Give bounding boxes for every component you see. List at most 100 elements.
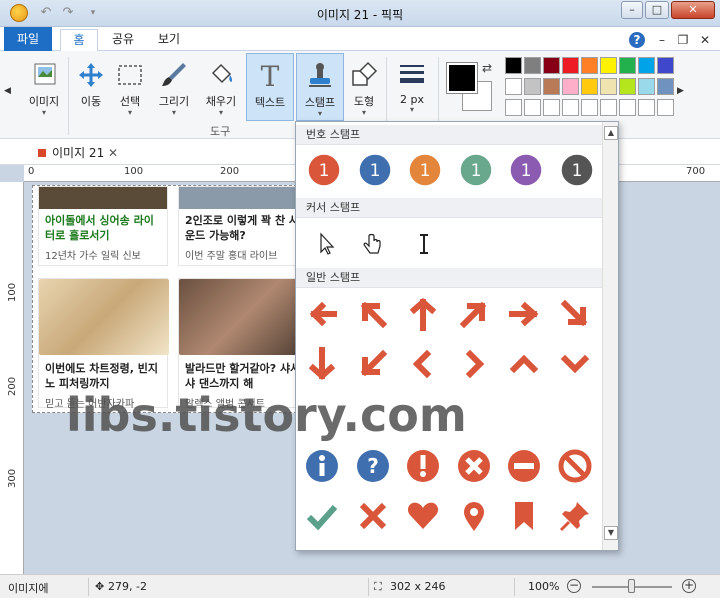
x-circle-icon[interactable] xyxy=(456,448,492,484)
move-tool[interactable]: 이동 xyxy=(72,53,110,123)
palette-swatch[interactable] xyxy=(562,57,579,74)
bookmark-icon[interactable] xyxy=(506,498,542,534)
help-icon[interactable]: ? xyxy=(629,32,645,48)
check-icon[interactable] xyxy=(304,498,340,534)
info-icon[interactable] xyxy=(304,448,340,484)
ribbon-scroll-left-icon[interactable]: ◀ xyxy=(4,86,11,96)
fill-tool[interactable]: 채우기 ▾ xyxy=(198,53,244,123)
draw-tool[interactable]: 그리기 ▾ xyxy=(152,53,196,123)
heart-icon[interactable] xyxy=(405,498,441,534)
palette-swatch[interactable] xyxy=(581,57,598,74)
close-button[interactable]: ✕ xyxy=(671,1,715,19)
document-tab-label: 이미지 21 xyxy=(52,146,105,160)
scroll-down-icon[interactable]: ▼ xyxy=(604,526,618,540)
ribbon-close-button[interactable]: ✕ xyxy=(697,32,713,48)
section-number-stamps: 번호 스탬프 xyxy=(296,125,602,145)
question-icon[interactable]: ? xyxy=(355,448,391,484)
no-icon[interactable] xyxy=(557,448,593,484)
palette-swatch[interactable] xyxy=(524,57,541,74)
pin-icon[interactable] xyxy=(456,498,492,534)
minus-circle-icon[interactable] xyxy=(506,448,542,484)
shape-tool[interactable]: 도형 ▾ xyxy=(346,53,382,123)
palette-swatch[interactable] xyxy=(505,99,522,116)
palette-swatch[interactable] xyxy=(524,99,541,116)
arrow-up-icon[interactable] xyxy=(405,296,441,332)
arrow-up-left-icon[interactable] xyxy=(355,296,391,332)
palette-swatch[interactable] xyxy=(657,78,674,95)
line-width-selector[interactable]: 2 px ▾ xyxy=(390,53,434,123)
ribbon-scroll-right-icon[interactable]: ▶ xyxy=(677,86,684,96)
palette-swatch[interactable] xyxy=(657,57,674,74)
image-canvas[interactable]: 아이돌에서 싱어송 라이터로 홀로서기 12년차 가수 일릭 신보 2인조로 이… xyxy=(32,185,302,413)
arrow-right-icon[interactable] xyxy=(506,296,542,332)
palette-swatch[interactable] xyxy=(600,78,617,95)
tab-home[interactable]: 홈 xyxy=(60,29,98,52)
minimize-button[interactable]: – xyxy=(621,1,643,19)
document-tab[interactable]: 이미지 21 ✕ xyxy=(30,142,122,164)
number-stamp[interactable]: 1 xyxy=(458,152,494,188)
swap-colors-icon[interactable]: ⇄ xyxy=(482,61,492,75)
tab-view[interactable]: 보기 xyxy=(150,29,188,51)
number-stamp[interactable]: 1 xyxy=(407,152,443,188)
arrow-left-icon[interactable] xyxy=(304,296,340,332)
zoom-out-button[interactable]: − xyxy=(567,579,581,593)
palette-swatch[interactable] xyxy=(619,57,636,74)
tab-share[interactable]: 공유 xyxy=(104,29,142,51)
palette-swatch[interactable] xyxy=(543,78,560,95)
arrow-up-right-icon[interactable] xyxy=(456,296,492,332)
scroll-up-icon[interactable]: ▲ xyxy=(604,126,618,140)
arrow-down-right-icon[interactable] xyxy=(557,296,593,332)
card-headline: 이번에도 차트정령, 빈지노 피처링까지 xyxy=(45,362,159,390)
chevron-right-icon[interactable] xyxy=(456,346,492,382)
palette-swatch[interactable] xyxy=(619,78,636,95)
image-tool[interactable]: 이미지 ▾ xyxy=(22,53,66,123)
palette-swatch[interactable] xyxy=(505,78,522,95)
number-stamp[interactable]: 1 xyxy=(559,152,595,188)
palette-swatch[interactable] xyxy=(543,57,560,74)
tab-file[interactable]: 파일 xyxy=(4,27,52,51)
x-icon[interactable] xyxy=(355,498,391,534)
number-stamp-value: 1 xyxy=(521,161,532,181)
svg-text:?: ? xyxy=(367,454,379,478)
maximize-button[interactable]: □ xyxy=(645,1,669,19)
palette-swatch[interactable] xyxy=(657,99,674,116)
pushpin-icon[interactable] xyxy=(557,498,593,534)
stamp-tool[interactable]: 스탬프 ▾ xyxy=(296,53,344,121)
palette-swatch[interactable] xyxy=(638,99,655,116)
number-stamp[interactable]: 1 xyxy=(508,152,544,188)
chevron-left-icon[interactable] xyxy=(405,346,441,382)
palette-swatch[interactable] xyxy=(505,57,522,74)
ribbon-restore-button[interactable]: ❐ xyxy=(675,32,691,48)
palette-swatch[interactable] xyxy=(600,99,617,116)
select-tool[interactable]: 선택 ▾ xyxy=(110,53,150,123)
svg-text:T: T xyxy=(261,60,280,92)
arrow-down-icon[interactable] xyxy=(304,346,340,382)
chevron-up-icon[interactable] xyxy=(506,346,542,382)
primary-color-swatch[interactable] xyxy=(446,62,478,94)
ibeam-cursor-icon[interactable] xyxy=(406,226,442,262)
palette-swatch[interactable] xyxy=(600,57,617,74)
palette-swatch[interactable] xyxy=(619,99,636,116)
palette-swatch[interactable] xyxy=(638,78,655,95)
dropdown-scrollbar[interactable]: ▲ ▼ xyxy=(602,122,618,550)
zoom-in-button[interactable]: + xyxy=(682,579,696,593)
close-tab-icon[interactable]: ✕ xyxy=(108,142,118,164)
palette-swatch[interactable] xyxy=(581,78,598,95)
arrow-down-left-icon[interactable] xyxy=(355,346,391,382)
palette-swatch[interactable] xyxy=(562,99,579,116)
text-tool[interactable]: T 텍스트 xyxy=(246,53,294,121)
palette-swatch[interactable] xyxy=(562,78,579,95)
palette-swatch[interactable] xyxy=(543,99,560,116)
number-stamp[interactable]: 1 xyxy=(306,152,342,188)
exclamation-icon[interactable] xyxy=(405,448,441,484)
palette-swatch[interactable] xyxy=(581,99,598,116)
palette-swatch[interactable] xyxy=(524,78,541,95)
arrow-cursor-icon[interactable] xyxy=(310,226,346,262)
palette-swatch[interactable] xyxy=(638,57,655,74)
chevron-down-icon[interactable] xyxy=(557,346,593,382)
ribbon-minimize-button[interactable]: – xyxy=(654,32,670,48)
number-stamp[interactable]: 1 xyxy=(357,152,393,188)
zoom-slider-thumb[interactable] xyxy=(628,579,635,593)
hand-cursor-icon[interactable] xyxy=(354,226,390,262)
ruler-label: 100 xyxy=(124,166,144,177)
